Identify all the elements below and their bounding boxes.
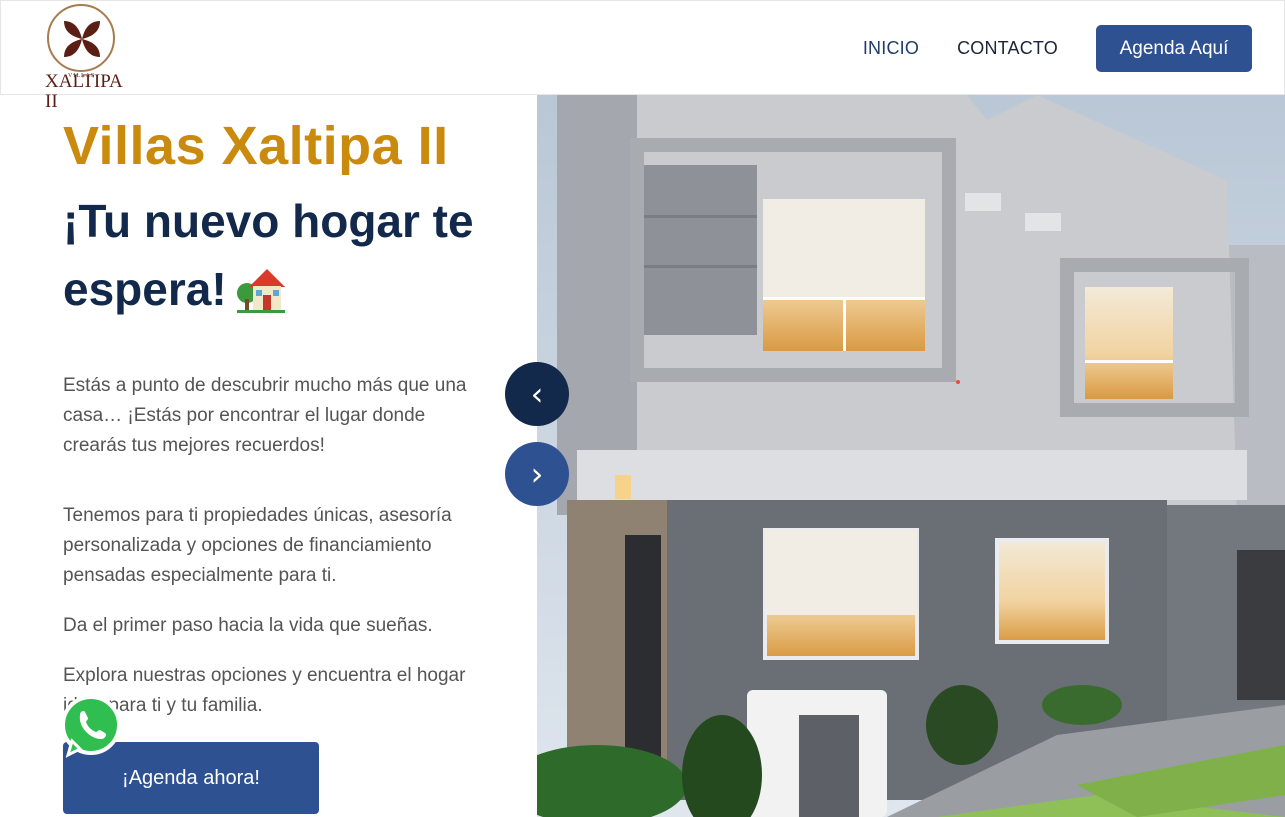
hero-text-panel: Villas Xaltipa II ¡Tu nuevo hogar te esp… (0, 95, 537, 817)
hero-paragraph-2: Tenemos para ti propiedades únicas, ases… (63, 505, 452, 586)
hero-subtitle: ¡Tu nuevo hogar te espera! (63, 187, 503, 323)
whatsapp-icon[interactable] (58, 693, 124, 759)
chevron-right-icon: › (530, 455, 544, 493)
hero-paragraph-4: Explora nuestras opciones y encuentra el… (63, 665, 466, 716)
butterfly-emblem-icon (64, 21, 100, 57)
house-with-garden-icon (236, 269, 285, 313)
carousel-next-button[interactable]: › (505, 442, 569, 506)
site-header: VILLAS XALTIPA II INICIO CONTACTO Agenda… (0, 0, 1285, 112)
carousel-prev-button[interactable]: ‹ (505, 362, 569, 426)
nav-item-contacto[interactable]: CONTACTO (957, 25, 1058, 72)
agenda-aqui-button[interactable]: Agenda Aquí (1096, 25, 1252, 72)
villas-xaltipa-logo[interactable]: VILLAS XALTIPA II (45, 4, 122, 112)
chevron-left-icon: ‹ (530, 375, 544, 413)
logo-emblem (47, 4, 115, 72)
logo-wordmark: XALTIPA II (45, 71, 122, 112)
hero-paragraph-3: Da el primer paso hacia la vida que sueñ… (63, 615, 433, 636)
hero-paragraph-1: Estás a punto de descubrir mucho más que… (63, 375, 467, 456)
hero-title: Villas Xaltipa II (63, 116, 449, 176)
main-nav: INICIO CONTACTO Agenda Aquí (863, 25, 1252, 72)
nav-item-inicio[interactable]: INICIO (863, 25, 919, 72)
hero-house-photo (537, 95, 1285, 817)
modern-house-image (537, 95, 1285, 817)
